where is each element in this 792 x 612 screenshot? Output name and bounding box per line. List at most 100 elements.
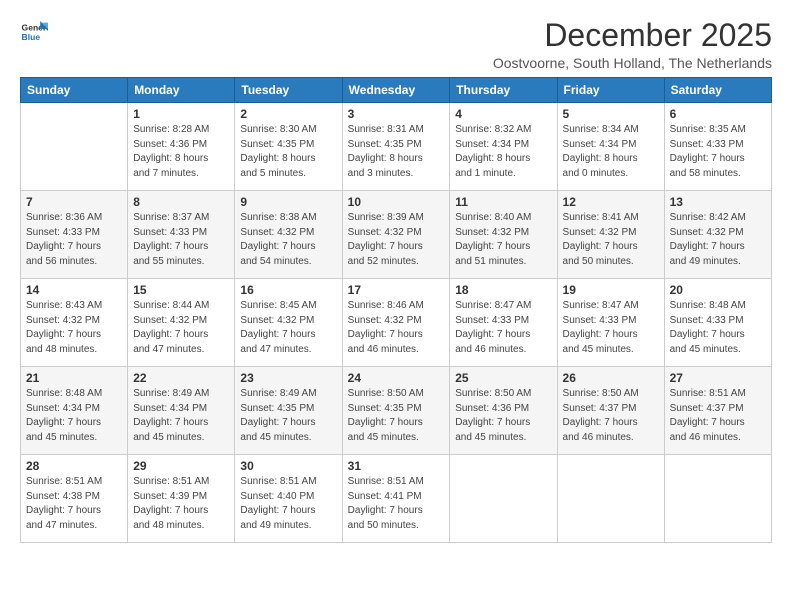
- calendar-cell: 16 Sunrise: 8:45 AM Sunset: 4:32 PM Dayli…: [235, 279, 342, 367]
- day-number: 2: [240, 107, 336, 121]
- header: General Blue December 2025 Oostvoorne, S…: [20, 18, 772, 71]
- day-number: 21: [26, 371, 122, 385]
- calendar-cell: 13 Sunrise: 8:42 AM Sunset: 4:32 PM Dayli…: [664, 191, 771, 279]
- day-number: 26: [563, 371, 659, 385]
- calendar-week-4: 21 Sunrise: 8:48 AM Sunset: 4:34 PM Dayli…: [21, 367, 772, 455]
- day-number: 25: [455, 371, 551, 385]
- col-monday: Monday: [128, 78, 235, 103]
- day-info: Sunrise: 8:41 AM Sunset: 4:32 PM Dayligh…: [563, 211, 659, 269]
- calendar-cell: [450, 455, 557, 543]
- day-number: 17: [348, 283, 445, 297]
- day-info: Sunrise: 8:51 AM Sunset: 4:38 PM Dayligh…: [26, 475, 122, 533]
- calendar-week-3: 14Sunrise: 8:43 AM Sunset: 4:32 PM Dayli…: [21, 279, 772, 367]
- calendar-cell: 2 Sunrise: 8:30 AM Sunset: 4:35 PM Daylig…: [235, 103, 342, 191]
- calendar-cell: 27Sunrise: 8:51 AM Sunset: 4:37 PM Dayli…: [664, 367, 771, 455]
- calendar-cell: 7 Sunrise: 8:36 AM Sunset: 4:33 PM Daylig…: [21, 191, 128, 279]
- day-info: Sunrise: 8:37 AM Sunset: 4:33 PM Dayligh…: [133, 211, 229, 269]
- calendar-cell: 11 Sunrise: 8:40 AM Sunset: 4:32 PM Dayli…: [450, 191, 557, 279]
- calendar-cell: [664, 455, 771, 543]
- col-sunday: Sunday: [21, 78, 128, 103]
- logo: General Blue: [20, 18, 48, 46]
- calendar: Sunday Monday Tuesday Wednesday Thursday…: [20, 77, 772, 543]
- day-info: Sunrise: 8:51 AM Sunset: 4:39 PM Dayligh…: [133, 475, 229, 533]
- day-info: Sunrise: 8:46 AM Sunset: 4:32 PM Dayligh…: [348, 299, 445, 357]
- day-info: Sunrise: 8:39 AM Sunset: 4:32 PM Dayligh…: [348, 211, 445, 269]
- day-number: 18: [455, 283, 551, 297]
- day-info: Sunrise: 8:49 AM Sunset: 4:35 PM Dayligh…: [240, 387, 336, 445]
- subtitle: Oostvoorne, South Holland, The Netherlan…: [493, 55, 772, 71]
- calendar-cell: 5 Sunrise: 8:34 AM Sunset: 4:34 PM Daylig…: [557, 103, 664, 191]
- day-info: Sunrise: 8:47 AM Sunset: 4:33 PM Dayligh…: [563, 299, 659, 357]
- day-number: 16: [240, 283, 336, 297]
- day-info: Sunrise: 8:30 AM Sunset: 4:35 PM Dayligh…: [240, 123, 336, 181]
- day-info: Sunrise: 8:45 AM Sunset: 4:32 PM Dayligh…: [240, 299, 336, 357]
- col-thursday: Thursday: [450, 78, 557, 103]
- day-number: 19: [563, 283, 659, 297]
- calendar-cell: 9Sunrise: 8:38 AM Sunset: 4:32 PM Daylig…: [235, 191, 342, 279]
- logo-icon: General Blue: [20, 18, 48, 46]
- day-number: 3: [348, 107, 445, 121]
- calendar-cell: [21, 103, 128, 191]
- calendar-cell: 29Sunrise: 8:51 AM Sunset: 4:39 PM Dayli…: [128, 455, 235, 543]
- day-number: 6: [670, 107, 766, 121]
- day-info: Sunrise: 8:28 AM Sunset: 4:36 PM Dayligh…: [133, 123, 229, 181]
- day-number: 5: [563, 107, 659, 121]
- calendar-cell: 8Sunrise: 8:37 AM Sunset: 4:33 PM Daylig…: [128, 191, 235, 279]
- calendar-cell: 1 Sunrise: 8:28 AM Sunset: 4:36 PM Daylig…: [128, 103, 235, 191]
- calendar-cell: 12 Sunrise: 8:41 AM Sunset: 4:32 PM Dayli…: [557, 191, 664, 279]
- day-number: 27: [670, 371, 766, 385]
- calendar-cell: 4 Sunrise: 8:32 AM Sunset: 4:34 PM Daylig…: [450, 103, 557, 191]
- title-block: December 2025 Oostvoorne, South Holland,…: [493, 18, 772, 71]
- calendar-week-1: 1 Sunrise: 8:28 AM Sunset: 4:36 PM Daylig…: [21, 103, 772, 191]
- day-info: Sunrise: 8:31 AM Sunset: 4:35 PM Dayligh…: [348, 123, 445, 181]
- day-number: 23: [240, 371, 336, 385]
- calendar-cell: 10Sunrise: 8:39 AM Sunset: 4:32 PM Dayli…: [342, 191, 450, 279]
- day-number: 12: [563, 195, 659, 209]
- day-info: Sunrise: 8:32 AM Sunset: 4:34 PM Dayligh…: [455, 123, 551, 181]
- calendar-cell: 26 Sunrise: 8:50 AM Sunset: 4:37 PM Dayli…: [557, 367, 664, 455]
- calendar-cell: 31 Sunrise: 8:51 AM Sunset: 4:41 PM Dayli…: [342, 455, 450, 543]
- day-number: 22: [133, 371, 229, 385]
- day-info: Sunrise: 8:51 AM Sunset: 4:41 PM Dayligh…: [348, 475, 445, 533]
- calendar-cell: 22Sunrise: 8:49 AM Sunset: 4:34 PM Dayli…: [128, 367, 235, 455]
- col-tuesday: Tuesday: [235, 78, 342, 103]
- day-number: 11: [455, 195, 551, 209]
- main-title: December 2025: [493, 18, 772, 53]
- day-number: 4: [455, 107, 551, 121]
- calendar-cell: [557, 455, 664, 543]
- day-number: 28: [26, 459, 122, 473]
- day-info: Sunrise: 8:50 AM Sunset: 4:35 PM Dayligh…: [348, 387, 445, 445]
- calendar-cell: 20Sunrise: 8:48 AM Sunset: 4:33 PM Dayli…: [664, 279, 771, 367]
- day-info: Sunrise: 8:51 AM Sunset: 4:40 PM Dayligh…: [240, 475, 336, 533]
- calendar-cell: 3 Sunrise: 8:31 AM Sunset: 4:35 PM Daylig…: [342, 103, 450, 191]
- col-friday: Friday: [557, 78, 664, 103]
- day-number: 24: [348, 371, 445, 385]
- day-number: 30: [240, 459, 336, 473]
- day-number: 13: [670, 195, 766, 209]
- calendar-cell: 17 Sunrise: 8:46 AM Sunset: 4:32 PM Dayli…: [342, 279, 450, 367]
- day-number: 7: [26, 195, 122, 209]
- day-number: 14: [26, 283, 122, 297]
- calendar-cell: 6 Sunrise: 8:35 AM Sunset: 4:33 PM Daylig…: [664, 103, 771, 191]
- calendar-cell: 28 Sunrise: 8:51 AM Sunset: 4:38 PM Dayli…: [21, 455, 128, 543]
- col-wednesday: Wednesday: [342, 78, 450, 103]
- day-info: Sunrise: 8:36 AM Sunset: 4:33 PM Dayligh…: [26, 211, 122, 269]
- day-info: Sunrise: 8:50 AM Sunset: 4:37 PM Dayligh…: [563, 387, 659, 445]
- calendar-week-2: 7 Sunrise: 8:36 AM Sunset: 4:33 PM Daylig…: [21, 191, 772, 279]
- calendar-cell: 21 Sunrise: 8:48 AM Sunset: 4:34 PM Dayli…: [21, 367, 128, 455]
- page: General Blue December 2025 Oostvoorne, S…: [0, 0, 792, 553]
- day-info: Sunrise: 8:48 AM Sunset: 4:34 PM Dayligh…: [26, 387, 122, 445]
- calendar-cell: 18 Sunrise: 8:47 AM Sunset: 4:33 PM Dayli…: [450, 279, 557, 367]
- calendar-cell: 15Sunrise: 8:44 AM Sunset: 4:32 PM Dayli…: [128, 279, 235, 367]
- day-info: Sunrise: 8:42 AM Sunset: 4:32 PM Dayligh…: [670, 211, 766, 269]
- day-info: Sunrise: 8:47 AM Sunset: 4:33 PM Dayligh…: [455, 299, 551, 357]
- day-number: 1: [133, 107, 229, 121]
- day-number: 31: [348, 459, 445, 473]
- day-info: Sunrise: 8:34 AM Sunset: 4:34 PM Dayligh…: [563, 123, 659, 181]
- calendar-cell: 30 Sunrise: 8:51 AM Sunset: 4:40 PM Dayli…: [235, 455, 342, 543]
- day-info: Sunrise: 8:38 AM Sunset: 4:32 PM Dayligh…: [240, 211, 336, 269]
- calendar-cell: 23 Sunrise: 8:49 AM Sunset: 4:35 PM Dayli…: [235, 367, 342, 455]
- day-info: Sunrise: 8:40 AM Sunset: 4:32 PM Dayligh…: [455, 211, 551, 269]
- day-number: 15: [133, 283, 229, 297]
- day-info: Sunrise: 8:35 AM Sunset: 4:33 PM Dayligh…: [670, 123, 766, 181]
